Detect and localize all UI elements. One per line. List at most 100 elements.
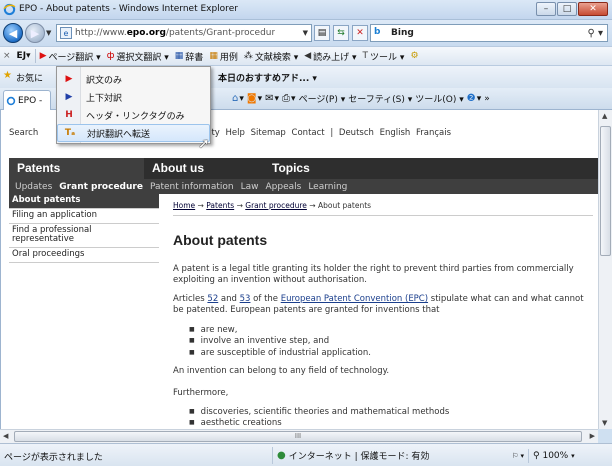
help-menu[interactable]: ❷ ▾ — [467, 93, 482, 104]
window-title: EPO - About patents - Windows Internet E… — [19, 4, 238, 14]
mail-button[interactable]: ✉ ▾ — [265, 93, 279, 104]
leftnav-filing[interactable]: Filing an application — [9, 209, 159, 224]
tools-button[interactable]: T ツール ▾ — [360, 50, 408, 63]
ej-brand-button[interactable]: EJ▾ — [14, 51, 34, 61]
translation-toolbar: × EJ▾ ▶ ページ翻訳 ▾ ф 選択文翻訳 ▾ ▦ 辞書 ▦ 用例 ⁂ 文献検索 ▾ … — [0, 46, 612, 66]
sitemap-link[interactable]: Sitemap — [251, 128, 286, 138]
menu-item-transfer[interactable]: Tₐ 対訳翻訳へ転送 — [57, 124, 210, 142]
page-viewport: Search ibility Help Sitemap Contact | De… — [0, 110, 598, 429]
subnav-patent-information[interactable]: Patent information — [150, 182, 234, 192]
scroll-up-icon[interactable]: ▲ — [602, 112, 607, 120]
epc-link[interactable]: European Patent Convention (EPC) — [281, 294, 428, 304]
security-zone[interactable]: ● インターネット | 保護モード: 有効 — [272, 447, 429, 464]
back-button[interactable]: ◀ — [3, 23, 23, 43]
maximize-button[interactable]: □ — [557, 2, 577, 16]
help-link[interactable]: Help — [226, 128, 245, 138]
ie-logo-icon — [3, 3, 16, 16]
address-input[interactable]: e http://www.epo.org/patents/Grant-proce… — [56, 24, 312, 42]
divider-line — [173, 215, 593, 216]
menu-item-parallel[interactable]: ▶ 上下対訳 — [57, 88, 210, 106]
status-text: ページが表示されました — [4, 453, 103, 463]
search-link[interactable]: Search — [9, 128, 38, 138]
list-item: are new, — [189, 325, 371, 336]
page-menu[interactable]: ページ(P) ▾ — [299, 92, 346, 105]
nav-patents[interactable]: Patents — [9, 158, 144, 179]
search-box[interactable]: b Bing ⚲ ▾ — [370, 24, 608, 42]
dictionary-button[interactable]: ▦ 辞書 — [172, 50, 207, 63]
print-button[interactable]: ⎙ ▾ — [282, 93, 296, 104]
scroll-thumb[interactable] — [600, 126, 611, 256]
refresh-icon[interactable]: ⇆ — [333, 25, 349, 41]
header-link-icon: H — [65, 110, 73, 120]
forward-button[interactable]: ▶ — [25, 23, 45, 43]
nav-topics[interactable]: Topics — [264, 158, 318, 179]
maximize-icon: □ — [562, 3, 572, 14]
contact-link[interactable]: Contact — [292, 128, 325, 138]
page-translate-button[interactable]: ▶ ページ翻訳 ▾ — [37, 50, 104, 63]
mouse-cursor-icon: ➚ — [198, 136, 210, 152]
scroll-left-icon[interactable]: ◀ — [3, 432, 8, 440]
article-52-link[interactable]: 52 — [207, 294, 218, 304]
leftnav-about-patents[interactable]: About patents — [9, 194, 159, 209]
leftnav-oral-proceedings[interactable]: Oral proceedings — [9, 248, 159, 263]
scroll-down-icon[interactable]: ▼ — [602, 419, 607, 427]
dictionary-icon: ▦ — [174, 51, 184, 61]
read-aloud-button[interactable]: ◀ 読み上げ ▾ — [301, 50, 359, 63]
bing-icon: b — [374, 27, 381, 37]
safety-menu[interactable]: セーフティ(S) ▾ — [348, 92, 412, 105]
criteria-list: are new, involve an inventive step, and … — [189, 325, 371, 359]
zoom-button[interactable]: ⚲ 100% ▾ — [533, 451, 575, 461]
search-provider-label: Bing — [391, 28, 414, 38]
article-53-link[interactable]: 53 — [240, 294, 251, 304]
page-translate-menu: ▶ 訳文のみ ▶ 上下対訳 H ヘッダ・リンクタグのみ Tₐ 対訳翻訳へ転送 — [56, 66, 211, 144]
more-commands-button[interactable]: » — [484, 94, 490, 104]
literature-search-button[interactable]: ⁂ 文献検索 ▾ — [241, 50, 301, 63]
paragraph-intro: A patent is a legal title granting its h… — [173, 264, 574, 286]
menu-item-header-links[interactable]: H ヘッダ・リンクタグのみ — [57, 106, 210, 124]
feeds-button[interactable]: ◙ ▾ — [247, 93, 262, 104]
breadcrumb-grant[interactable]: Grant procedure — [245, 201, 307, 210]
horizontal-scrollbar[interactable]: ◀ III ▶ — [0, 429, 598, 443]
subnav-updates[interactable]: Updates — [15, 182, 52, 192]
main-nav: Patents About us Topics — [9, 158, 598, 179]
english-link[interactable]: English — [380, 128, 411, 138]
subnav-grant-procedure[interactable]: Grant procedure — [59, 182, 143, 192]
url-text: http://www.epo.org/patents/Grant-procedu… — [75, 28, 276, 38]
tab-epo[interactable]: EPO - — [3, 90, 51, 110]
breadcrumb-patents[interactable]: Patents — [206, 201, 234, 210]
paragraph-field: An invention can belong to any field of … — [173, 366, 390, 376]
compatibility-view-icon[interactable]: ▤ — [314, 25, 330, 41]
list-item: involve an inventive step, and — [189, 336, 371, 347]
search-icon[interactable]: ⚲ ▾ — [587, 28, 603, 39]
francais-link[interactable]: Français — [416, 128, 451, 138]
transfer-icon: Tₐ — [64, 128, 76, 138]
stop-icon[interactable]: ✕ — [352, 25, 368, 41]
minimize-button[interactable]: – — [536, 2, 556, 16]
history-dropdown-icon[interactable]: ▼ — [46, 29, 51, 37]
scroll-right-icon[interactable]: ▶ — [590, 432, 595, 440]
tools-menu[interactable]: ツール(O) ▾ — [415, 92, 464, 105]
examples-button[interactable]: ▦ 用例 — [206, 50, 241, 63]
toolbar-close-button[interactable]: × — [0, 51, 14, 61]
settings-icon[interactable]: ⚙ — [407, 51, 421, 61]
recommended-sites-link[interactable]: 本日のおすすめアド... ▾ — [218, 71, 317, 84]
hscroll-thumb[interactable]: III — [14, 431, 582, 442]
vertical-scrollbar[interactable]: ▲ ▼ — [598, 110, 612, 429]
subnav-learning[interactable]: Learning — [308, 182, 347, 192]
url-dropdown-icon[interactable]: ▼ — [303, 29, 308, 37]
rss-icon: ◙ — [246, 93, 257, 104]
menu-item-translation-only[interactable]: ▶ 訳文のみ — [57, 70, 210, 88]
leftnav-representative[interactable]: Find a professional representative — [9, 224, 159, 249]
deutsch-link[interactable]: Deutsch — [339, 128, 374, 138]
help-icon: ❷ — [466, 93, 476, 104]
selection-translate-button[interactable]: ф 選択文翻訳 ▾ — [104, 50, 172, 63]
subnav-law[interactable]: Law — [241, 182, 259, 192]
close-button[interactable]: ✕ — [578, 2, 608, 16]
home-button[interactable]: ⌂ ▾ — [232, 93, 244, 104]
popup-blocker-icon[interactable]: ⚐ ▾ — [512, 452, 524, 460]
favorites-label[interactable]: お気に — [16, 71, 43, 84]
subnav-appeals[interactable]: Appeals — [265, 182, 301, 192]
favorites-star-icon[interactable]: ★ — [3, 70, 12, 81]
nav-about-us[interactable]: About us — [144, 158, 212, 179]
breadcrumb-home[interactable]: Home — [173, 201, 195, 210]
